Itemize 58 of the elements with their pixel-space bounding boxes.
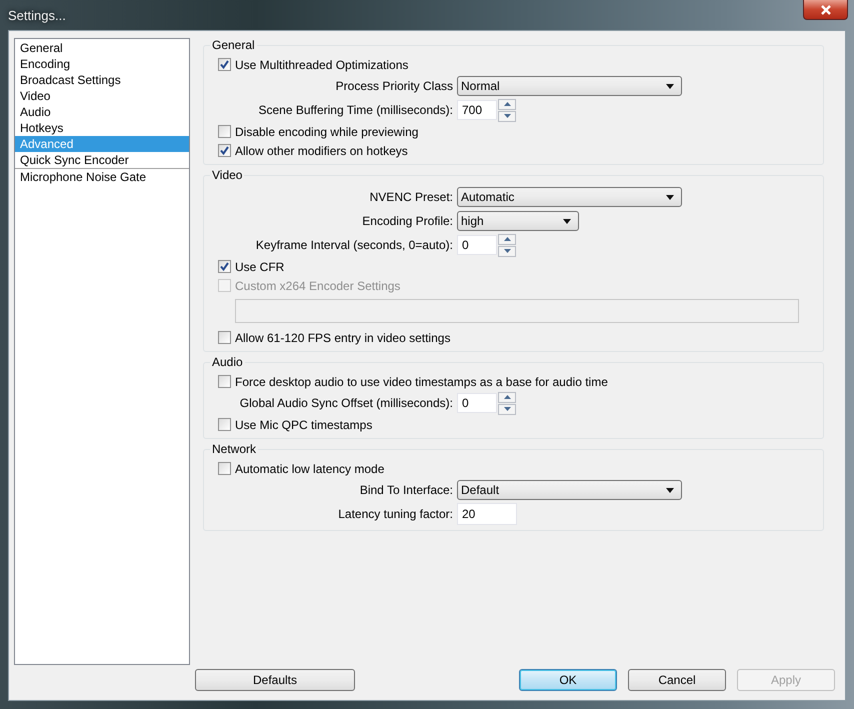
checkbox-label: Automatic low latency mode	[235, 462, 384, 476]
caret-icon	[563, 218, 571, 224]
checkbox[interactable]	[218, 58, 231, 71]
number-field[interactable]: 0	[457, 393, 497, 413]
checkbox-label: Allow other modifiers on hotkeys	[235, 144, 408, 158]
sidebar-item[interactable]: Broadcast Settings	[15, 72, 189, 88]
field-label: Keyframe Interval (seconds, 0=auto):	[254, 238, 454, 252]
spin-buttons[interactable]	[498, 98, 516, 122]
window-title: Settings...	[8, 8, 66, 23]
checkbox[interactable]	[218, 260, 231, 273]
checkbox-label: Disable encoding while previewing	[235, 124, 418, 138]
caret-icon	[666, 84, 674, 88]
field-label: Process Priority Class	[334, 79, 454, 93]
dialog-button[interactable]: Defaults	[195, 669, 355, 691]
checkbox-label: Use CFR	[235, 260, 284, 274]
field-label: Encoding Profile:	[361, 214, 454, 228]
sidebar-item[interactable]: Hotkeys	[15, 120, 189, 136]
caret-icon	[666, 488, 674, 492]
checkbox[interactable]	[218, 418, 231, 431]
spin-buttons[interactable]	[498, 392, 516, 414]
group-title: Network	[211, 442, 258, 456]
dropdown[interactable]: high	[457, 211, 579, 231]
sidebar-item[interactable]: Video	[15, 88, 189, 104]
checkbox[interactable]	[218, 331, 231, 344]
group-title: Audio	[211, 355, 244, 369]
dropdown[interactable]: Normal	[457, 76, 682, 96]
group-title: Video	[211, 168, 244, 182]
checkbox-label: Use Mic QPC timestamps	[235, 418, 372, 432]
checkbox-label: Custom x264 Encoder Settings	[235, 278, 400, 292]
close-icon	[820, 4, 832, 14]
text-field[interactable]: 20	[457, 503, 517, 525]
number-field[interactable]: 700	[457, 100, 497, 120]
close-button[interactable]	[803, 0, 848, 20]
checkbox-label: Force desktop audio to use video timestamps as a base for audio time	[235, 374, 608, 388]
checkbox[interactable]	[218, 375, 231, 388]
field-label: NVENC Preset:	[368, 190, 454, 204]
field-label: Latency tuning factor:	[337, 507, 454, 521]
spin-buttons[interactable]	[498, 234, 516, 256]
group-title: General	[211, 38, 256, 52]
checkbox-label: Use Multithreaded Optimizations	[235, 58, 408, 72]
checkbox[interactable]	[218, 462, 231, 475]
field-label: Bind To Interface:	[358, 483, 454, 497]
sidebar-item[interactable]: Microphone Noise Gate	[15, 168, 189, 185]
checkbox[interactable]	[218, 125, 231, 138]
dropdown[interactable]: Automatic	[457, 187, 682, 207]
checkbox-label: Allow 61-120 FPS entry in video settings	[235, 330, 450, 344]
caret-icon	[666, 194, 674, 200]
field-label: Global Audio Sync Offset (milliseconds):	[238, 396, 454, 410]
checkbox[interactable]	[218, 144, 231, 157]
sidebar-item[interactable]: Audio	[15, 104, 189, 120]
number-field[interactable]: 0	[457, 235, 497, 255]
field-label: Scene Buffering Time (milliseconds):	[257, 103, 454, 117]
dropdown[interactable]: Default	[457, 480, 682, 500]
dialog-button[interactable]: Cancel	[628, 669, 726, 691]
dialog-button[interactable]: OK	[519, 669, 617, 691]
sidebar-item[interactable]: Quick Sync Encoder	[15, 152, 189, 168]
sidebar-item[interactable]: Encoding	[15, 56, 189, 72]
sidebar-item[interactable]: General	[15, 40, 189, 56]
